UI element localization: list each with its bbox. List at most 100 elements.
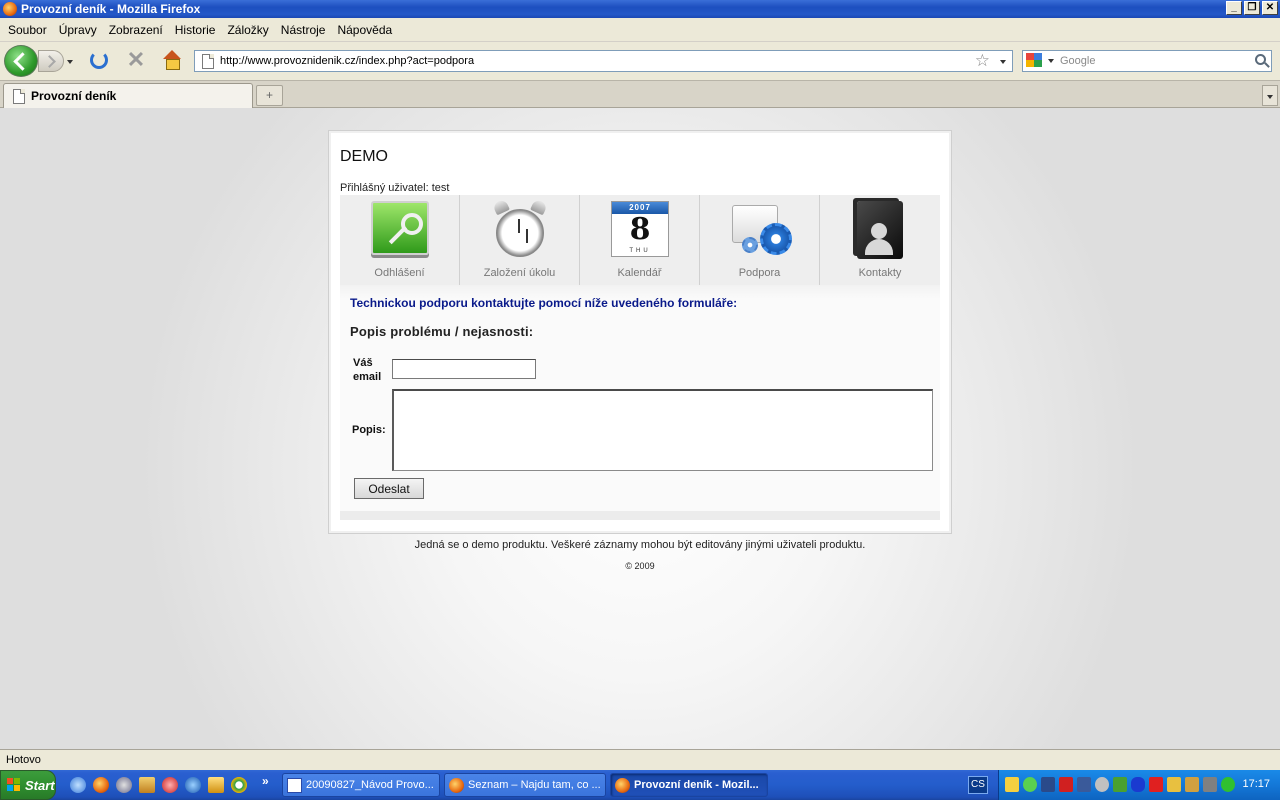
reload-icon[interactable] bbox=[90, 51, 108, 69]
url-bar[interactable]: http://www.provoznidenik.cz/index.php?ac… bbox=[194, 50, 1013, 72]
nav-label[interactable]: Kalendář bbox=[580, 267, 699, 279]
window-titlebar: Provozní deník - Mozilla Firefox _ ❐ ✕ bbox=[0, 0, 1280, 18]
task-label: Seznam – Najdu tam, co ... bbox=[468, 779, 601, 791]
nav-label[interactable]: Odhlášení bbox=[340, 267, 459, 279]
wifi-icon[interactable] bbox=[1221, 777, 1235, 792]
submit-button[interactable]: Odeslat bbox=[354, 478, 424, 499]
nav-kontakty[interactable]: Kontakty bbox=[820, 195, 940, 285]
quicklaunch-tool-icon[interactable] bbox=[208, 777, 224, 793]
nav-label[interactable]: Založení úkolu bbox=[460, 267, 579, 279]
calendar-year: 2007 bbox=[629, 203, 651, 212]
network-disconnected-icon[interactable] bbox=[1077, 777, 1091, 792]
search-bar[interactable]: Google bbox=[1022, 50, 1272, 72]
quicklaunch-firefox-icon[interactable] bbox=[93, 777, 109, 793]
history-dropdown-icon[interactable] bbox=[67, 60, 73, 64]
email-label: Váš email bbox=[353, 357, 382, 383]
disk-icon[interactable] bbox=[1095, 777, 1109, 792]
task-label: 20090827_Návod Provo... bbox=[306, 779, 434, 791]
forward-button[interactable] bbox=[38, 50, 64, 72]
contacts-folder-icon[interactable] bbox=[857, 201, 903, 259]
tab-provozni-denik[interactable]: Provozní deník bbox=[3, 83, 253, 108]
security-shield-icon[interactable] bbox=[1005, 777, 1019, 792]
task-word-document[interactable]: 20090827_Návod Provo... bbox=[282, 773, 440, 797]
copyright: © 2009 bbox=[625, 561, 655, 571]
tray-app-icon[interactable] bbox=[1059, 777, 1073, 792]
support-gears-icon[interactable] bbox=[730, 201, 792, 261]
tab-page-icon bbox=[13, 88, 25, 104]
form-title: Popis problému / nejasnosti: bbox=[350, 324, 534, 339]
stop-icon[interactable]: ✕ bbox=[126, 49, 146, 71]
google-icon[interactable] bbox=[1026, 53, 1046, 69]
tab-list-button[interactable] bbox=[1262, 85, 1278, 106]
quicklaunch-icq-icon[interactable] bbox=[70, 777, 86, 793]
window-title: Provozní deník - Mozilla Firefox bbox=[21, 2, 201, 16]
key-icon[interactable] bbox=[371, 201, 429, 255]
back-button[interactable] bbox=[4, 45, 38, 77]
language-indicator[interactable]: CS bbox=[968, 776, 988, 794]
usb-icon[interactable] bbox=[1203, 777, 1217, 792]
acrobat-icon[interactable] bbox=[1149, 777, 1163, 792]
quicklaunch-mail-icon[interactable] bbox=[116, 777, 132, 793]
menu-zobrazeni[interactable]: Zobrazení bbox=[109, 23, 163, 37]
url-text[interactable]: http://www.provoznidenik.cz/index.php?ac… bbox=[220, 55, 474, 67]
close-button[interactable]: ✕ bbox=[1262, 1, 1278, 15]
support-form-area: Technickou podporu kontaktujte pomocí ní… bbox=[340, 285, 940, 511]
popis-label: Popis: bbox=[352, 424, 386, 436]
quicklaunch-media-icon[interactable] bbox=[231, 777, 247, 793]
start-button[interactable]: Start bbox=[0, 770, 56, 800]
quicklaunch-app-icon[interactable] bbox=[162, 777, 178, 793]
tool-icon[interactable] bbox=[1167, 777, 1181, 792]
nav-zalozeni-ukolu[interactable]: Založení úkolu bbox=[460, 195, 580, 285]
menu-upravy[interactable]: Úpravy bbox=[59, 23, 97, 37]
email-field[interactable] bbox=[392, 359, 536, 379]
alarm-clock-icon[interactable] bbox=[490, 198, 550, 261]
menu-napoveda[interactable]: Nápověda bbox=[337, 23, 392, 37]
quicklaunch-ie-icon[interactable] bbox=[185, 777, 201, 793]
nav-odhlaseni[interactable]: Odhlášení bbox=[340, 195, 460, 285]
calendar-icon[interactable]: 2007 8 THU bbox=[611, 201, 669, 257]
menu-zalozky[interactable]: Záložky bbox=[227, 23, 268, 37]
new-tab-button[interactable]: + bbox=[256, 85, 283, 106]
tab-strip: Provozní deník + bbox=[0, 80, 1280, 108]
nav-kalendar[interactable]: 2007 8 THU Kalendář bbox=[580, 195, 700, 285]
search-engine-dropdown-icon[interactable] bbox=[1048, 59, 1054, 63]
volume-icon[interactable] bbox=[1185, 777, 1199, 792]
firefox-icon bbox=[615, 777, 630, 793]
update-icon[interactable] bbox=[1113, 777, 1127, 792]
task-provozni-denik[interactable]: Provozní deník - Mozil... bbox=[610, 773, 768, 797]
word-icon bbox=[287, 777, 302, 793]
status-bar: Hotovo bbox=[0, 749, 1280, 770]
windows-logo-icon bbox=[7, 778, 21, 792]
popis-textarea[interactable] bbox=[392, 389, 933, 471]
navigation-toolbar: ✕ http://www.provoznidenik.cz/index.php?… bbox=[0, 42, 1280, 80]
quicklaunch-more[interactable]: » bbox=[262, 774, 269, 788]
taskbar: Start » 20090827_Návod Provo... Seznam –… bbox=[0, 770, 1280, 800]
support-intro: Technickou podporu kontaktujte pomocí ní… bbox=[350, 296, 738, 310]
nav-label[interactable]: Podpora bbox=[700, 267, 819, 279]
minimize-button[interactable]: _ bbox=[1226, 1, 1242, 15]
search-icon[interactable] bbox=[1255, 54, 1266, 65]
menu-soubor[interactable]: Soubor bbox=[8, 23, 47, 37]
maximize-button[interactable]: ❐ bbox=[1244, 1, 1260, 15]
tab-label: Provozní deník bbox=[31, 89, 117, 103]
search-input[interactable]: Google bbox=[1060, 55, 1095, 67]
home-icon[interactable] bbox=[162, 50, 182, 70]
monitor-icon[interactable] bbox=[1041, 777, 1055, 792]
url-dropdown-icon[interactable] bbox=[1000, 60, 1006, 64]
footer-note: Jedná se o demo produktu. Veškeré záznam… bbox=[414, 539, 866, 551]
clock[interactable]: 17:17 bbox=[1242, 778, 1270, 790]
quicklaunch-home-icon[interactable] bbox=[139, 777, 155, 793]
antivirus-icon[interactable] bbox=[1023, 777, 1037, 792]
page-icon bbox=[202, 53, 214, 69]
menu-nastroje[interactable]: Nástroje bbox=[281, 23, 326, 37]
nav-podpora[interactable]: Podpora bbox=[700, 195, 820, 285]
task-seznam[interactable]: Seznam – Najdu tam, co ... bbox=[444, 773, 606, 797]
menu-historie[interactable]: Historie bbox=[175, 23, 216, 37]
bookmark-star-icon[interactable]: ☆ bbox=[975, 52, 990, 70]
bluetooth-icon[interactable] bbox=[1131, 777, 1145, 792]
calendar-weekday: THU bbox=[629, 248, 651, 254]
content-bottom-bar bbox=[340, 511, 940, 520]
firefox-icon bbox=[449, 777, 464, 793]
nav-label[interactable]: Kontakty bbox=[820, 267, 940, 279]
system-tray: 17:17 bbox=[998, 770, 1280, 800]
